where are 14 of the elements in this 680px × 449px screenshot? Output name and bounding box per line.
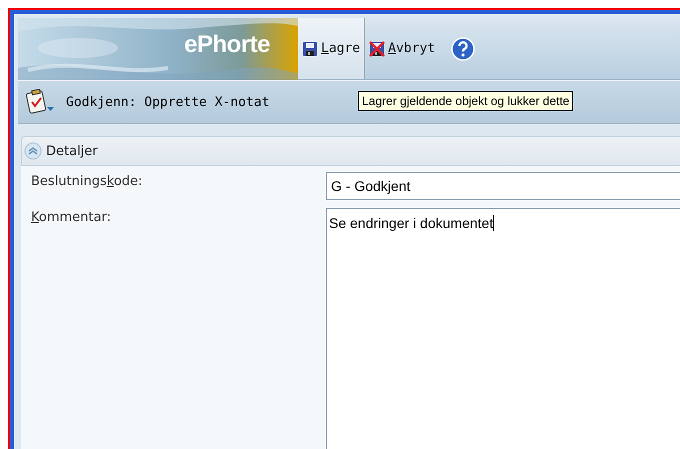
save-icon: [302, 40, 318, 56]
field-label: Kommentar:: [30, 209, 112, 227]
cancel-button[interactable]: Avbryt: [365, 18, 440, 79]
task-title: Godkjenn: Opprette X-notat: [66, 94, 270, 110]
save-button[interactable]: Lagre: [298, 18, 366, 79]
tooltip: Lagrer gjeldende objekt og lukker dette: [358, 91, 574, 111]
field-label: Beslutningskode:: [30, 173, 144, 191]
cancel-icon: [369, 40, 386, 56]
comment-field[interactable]: Se endringer i dokumentet: [326, 208, 680, 449]
section-title: Detaljer: [46, 144, 98, 158]
clipboard-check-icon[interactable]: [26, 89, 56, 115]
decision-code-field[interactable]: G - Godkjent: [326, 172, 680, 200]
help-icon: [451, 36, 476, 60]
collapse-icon[interactable]: [24, 142, 42, 160]
